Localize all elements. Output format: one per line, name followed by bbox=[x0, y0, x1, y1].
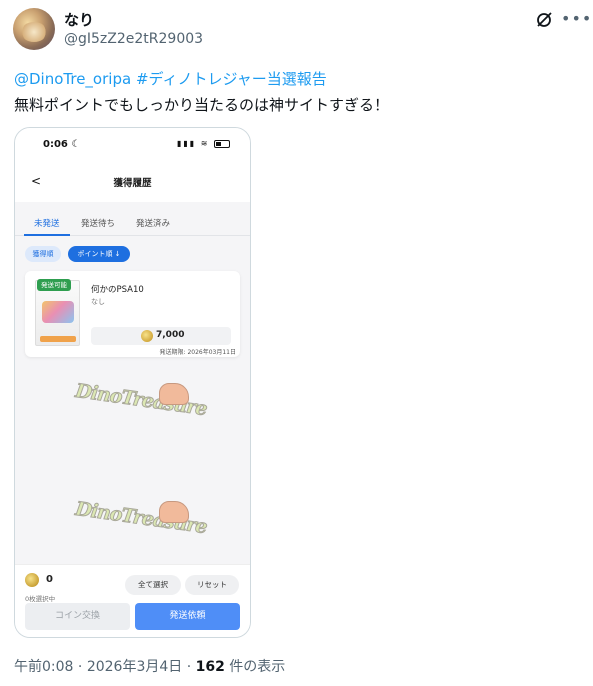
battery-icon bbox=[214, 139, 230, 148]
phone-status-bar: 0:06 ☾ ▮▮▮ ≋ bbox=[15, 128, 250, 162]
item-title: 何かのPSA10 bbox=[91, 285, 144, 295]
item-points: 7,000 bbox=[156, 330, 185, 340]
sort-by-acquired[interactable]: 獲得順 bbox=[25, 246, 61, 262]
tweet-body: 無料ポイントでもしっかり当たるのは神サイトすぎる！ bbox=[14, 96, 390, 114]
dino-treasure-logo-watermark: DinoTreasure bbox=[74, 379, 209, 421]
request-shipping-button[interactable]: 発送依頼 bbox=[135, 603, 240, 630]
tweet-meta: 午前0:08 · 2026年3月4日 · 162 件の表示 bbox=[14, 659, 286, 675]
shipping-deadline: 発送期限: 2026年03月11日 bbox=[159, 349, 236, 356]
points-box: 7,000 bbox=[91, 327, 231, 345]
more-icon[interactable]: ••• bbox=[561, 9, 592, 28]
select-all-button[interactable]: 全て選択 bbox=[125, 575, 181, 595]
page-title: 獲得履歴 bbox=[113, 178, 152, 189]
sort-by-points[interactable]: ポイント順 ↓ bbox=[68, 246, 130, 262]
bottom-action-bar: 0 0枚選択中 全て選択 リセット コイン交換 発送依頼 bbox=[15, 564, 250, 637]
coin-exchange-button[interactable]: コイン交換 bbox=[25, 603, 130, 630]
hashtag-link[interactable]: #ディノトレジャー当選報告 bbox=[136, 70, 327, 88]
author-name[interactable]: なり bbox=[64, 9, 94, 30]
tweet: なり @gI5zZ2e2tR29003 ••• @DinoTre_oripa #… bbox=[0, 0, 593, 686]
selected-count-label: 0枚選択中 bbox=[25, 595, 56, 603]
shippable-badge: 発送可能 bbox=[37, 279, 71, 291]
avatar[interactable] bbox=[13, 8, 55, 50]
views-label: 件の表示 bbox=[224, 659, 286, 675]
author-handle[interactable]: @gI5zZ2e2tR29003 bbox=[64, 31, 203, 47]
coin-icon bbox=[25, 573, 39, 587]
tab-shipped[interactable]: 発送済み bbox=[136, 217, 170, 229]
views-count: 162 bbox=[195, 659, 225, 675]
attached-screenshot[interactable]: 0:06 ☾ ▮▮▮ ≋ < 獲得履歴 未発送 発送待ち 発送済み 獲得順 ポイ… bbox=[14, 127, 251, 638]
coin-icon bbox=[141, 330, 153, 342]
tab-bar: 未発送 発送待ち 発送済み bbox=[15, 208, 250, 236]
tab-awaiting-shipment[interactable]: 発送待ち bbox=[81, 217, 115, 229]
dino-treasure-logo-watermark: DinoTreasure bbox=[74, 497, 209, 539]
tweet-text: @DinoTre_oripa #ディノトレジャー当選報告 無料ポイントでもしっか… bbox=[14, 66, 389, 118]
moon-icon: ☾ bbox=[71, 139, 81, 150]
reset-button[interactable]: リセット bbox=[185, 575, 239, 595]
post-date[interactable]: 2026年3月4日 bbox=[87, 659, 182, 675]
signal-wifi-icon: ▮▮▮ ≋ bbox=[177, 139, 230, 148]
tab-unshipped[interactable]: 未発送 bbox=[34, 217, 60, 229]
status-time: 0:06 ☾ bbox=[43, 139, 81, 150]
app-header: < 獲得履歴 bbox=[15, 162, 250, 202]
post-time[interactable]: 午前0:08 bbox=[14, 659, 73, 675]
coin-total: 0 bbox=[46, 574, 53, 585]
grok-icon[interactable] bbox=[535, 11, 553, 29]
active-tab-indicator bbox=[24, 234, 70, 236]
item-subtitle: なし bbox=[91, 298, 105, 306]
prize-card[interactable]: 発送可能 何かのPSA10 なし 7,000 発送期限: 2026年03月11日 bbox=[25, 271, 240, 357]
mention-link[interactable]: @DinoTre_oripa bbox=[14, 70, 131, 88]
